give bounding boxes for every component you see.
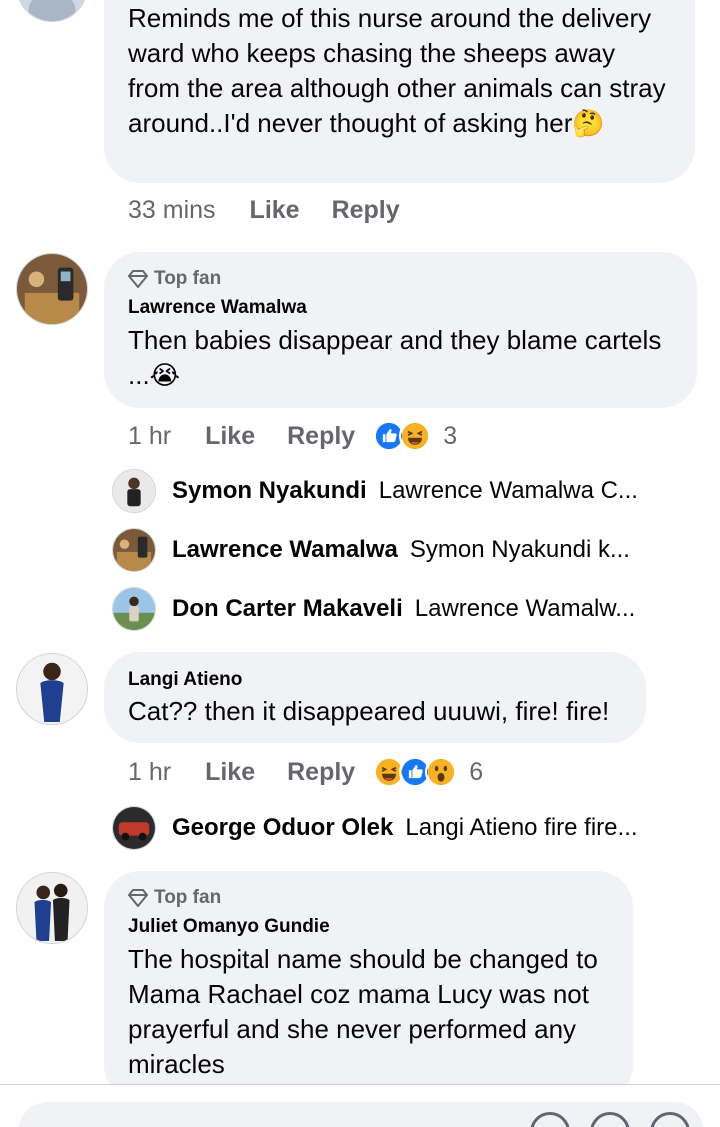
reaction-summary[interactable] (373, 756, 458, 788)
like-button[interactable]: Like (205, 758, 255, 787)
reply-author[interactable]: Lawrence Wamalwa (172, 536, 398, 564)
emoji-icon[interactable] (650, 1112, 690, 1127)
comment-actions: 1 hr Like Reply 6 (128, 756, 483, 788)
reply-author[interactable]: Don Carter Makaveli (172, 595, 403, 623)
reply-author[interactable]: Symon Nyakundi (172, 477, 367, 505)
reaction-count[interactable]: 3 (443, 422, 457, 451)
composer-actions (530, 1112, 690, 1127)
reply-preview[interactable]: Symon Nyakundi Lawrence Wamalwa C... (112, 469, 638, 513)
reply-button[interactable]: Reply (287, 758, 355, 787)
comment-timestamp[interactable]: 33 mins (128, 196, 216, 225)
comment-text: Cat?? then it disappeared uuuwi, fire! f… (128, 696, 610, 726)
commenter-avatar[interactable] (16, 872, 88, 944)
reply-snippet: Langi Atieno fire fire... (405, 814, 638, 841)
reply-avatar[interactable] (112, 806, 156, 850)
sticker-icon[interactable] (530, 1112, 570, 1127)
badge-label: Top fan (154, 268, 222, 289)
reply-preview[interactable]: Don Carter Makaveli Lawrence Wamalw... (112, 587, 635, 631)
comment-author[interactable]: Lawrence Wamalwa (128, 295, 673, 321)
commenter-avatar[interactable] (16, 0, 88, 22)
reply-avatar[interactable] (112, 587, 156, 631)
commenter-avatar[interactable] (16, 653, 88, 725)
comment-timestamp[interactable]: 1 hr (128, 422, 171, 451)
comment-bubble: Reminds me of this nurse around the deli… (104, 0, 695, 183)
comment-text: The hospital name should be changed to M… (128, 944, 598, 1079)
reply-snippet: Lawrence Wamalwa C... (378, 477, 638, 504)
reply-snippet: Symon Nyakundi k... (409, 536, 630, 563)
reply-preview[interactable]: Lawrence Wamalwa Symon Nyakundi k... (112, 528, 630, 572)
camera-icon[interactable] (590, 1112, 630, 1127)
comment-text: Then babies disappear and they blame car… (128, 325, 662, 390)
reply-button[interactable]: Reply (287, 422, 355, 451)
reply-author[interactable]: George Oduor Olek (172, 814, 393, 842)
comment-bubble: Top fan Juliet Omanyo Gundie The hospita… (104, 871, 633, 1101)
top-fan-badge: Top fan (128, 885, 609, 911)
comment-bubble: Langi Atieno Cat?? then it disappeared u… (104, 652, 646, 743)
comment-bubble: Top fan Lawrence Wamalwa Then babies dis… (104, 252, 697, 408)
like-button[interactable]: Like (250, 196, 300, 225)
commenter-avatar[interactable] (16, 253, 88, 325)
haha-reaction-icon (399, 420, 432, 452)
diamond-icon (128, 889, 148, 907)
comment-author[interactable]: Langi Atieno (128, 667, 622, 693)
like-button[interactable]: Like (205, 422, 255, 451)
reply-preview[interactable]: George Oduor Olek Langi Atieno fire fire… (112, 806, 638, 850)
reply-avatar[interactable] (112, 528, 156, 572)
badge-label: Top fan (154, 887, 222, 908)
diamond-icon (128, 270, 148, 288)
comment-author[interactable]: Juliet Omanyo Gundie (128, 914, 609, 940)
top-fan-badge: Top fan (128, 266, 673, 292)
reaction-summary[interactable] (373, 420, 432, 452)
comment-actions: 33 mins Like Reply (128, 196, 432, 225)
comment-actions: 1 hr Like Reply 3 (128, 420, 457, 452)
wow-reaction-icon (425, 756, 458, 788)
reply-snippet: Lawrence Wamalw... (414, 595, 636, 622)
comment-timestamp[interactable]: 1 hr (128, 758, 171, 787)
reaction-count[interactable]: 6 (469, 758, 483, 787)
reply-button[interactable]: Reply (332, 196, 400, 225)
reply-avatar[interactable] (112, 469, 156, 513)
comment-text: Reminds me of this nurse around the deli… (128, 3, 666, 138)
